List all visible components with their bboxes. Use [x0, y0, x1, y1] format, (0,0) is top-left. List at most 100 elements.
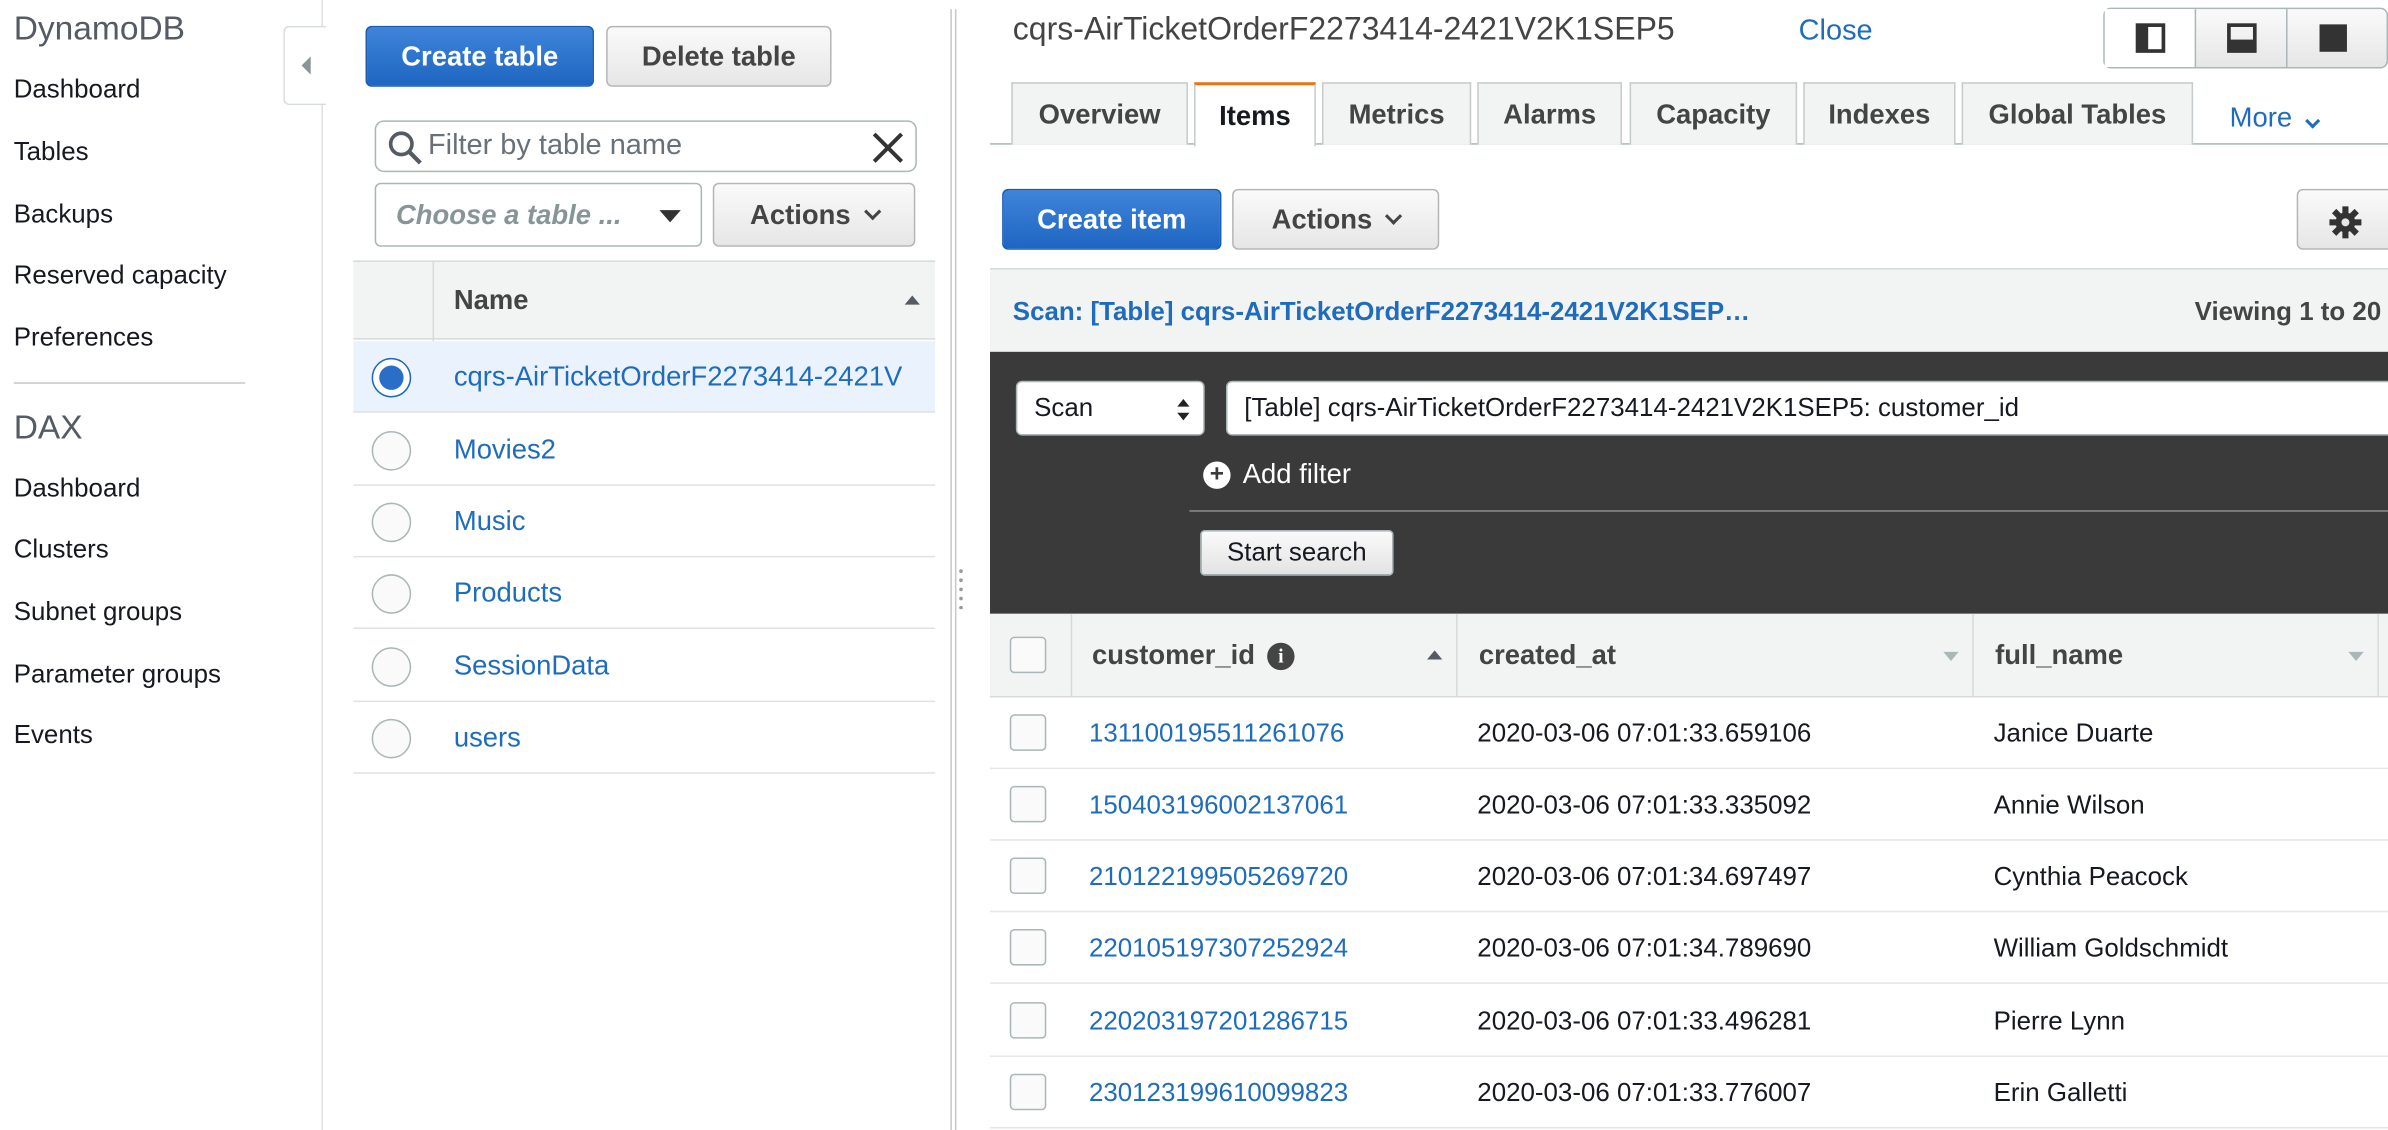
dax-item-subnet-groups[interactable]: Subnet groups — [14, 597, 182, 627]
table-radio[interactable] — [371, 357, 412, 398]
tab-metrics[interactable]: Metrics — [1321, 82, 1472, 145]
nav-item-reserved-capacity[interactable]: Reserved capacity — [14, 260, 227, 290]
table-radio[interactable] — [371, 502, 412, 543]
table-name-link[interactable]: Music — [454, 506, 526, 538]
table-row[interactable]: Products — [353, 557, 936, 629]
table-row[interactable]: users — [353, 702, 936, 774]
table-detail-panel: cqrs-AirTicketOrderF2273414-2421V2K1SEP5… — [989, 0, 2388, 1130]
sort-down-icon — [2348, 651, 2364, 661]
search-icon — [388, 131, 422, 165]
chevron-left-icon — [300, 56, 310, 75]
table-name-link[interactable]: Products — [454, 577, 562, 609]
created-at-cell: 2020-03-06 07:01:33.776007 — [1477, 1078, 1812, 1108]
table-name-link[interactable]: Movies2 — [454, 434, 556, 466]
table-filter-input[interactable] — [427, 124, 855, 168]
table-row[interactable]: Movies2 — [353, 414, 936, 486]
items-grid-header: customer_id i created_at full_name — [989, 613, 2388, 698]
dax-item-clusters[interactable]: Clusters — [14, 535, 109, 565]
info-icon[interactable]: i — [1267, 641, 1295, 670]
customer-id-link[interactable]: 220105197307252924 — [1089, 934, 1348, 964]
table-radio[interactable] — [371, 647, 412, 687]
header-divider — [432, 261, 435, 342]
full-name-cell: Erin Galletti — [1993, 1078, 2128, 1108]
table-name-link[interactable]: users — [454, 722, 521, 754]
dax-item-events[interactable]: Events — [14, 720, 93, 750]
more-tabs-menu[interactable]: More — [2230, 102, 2321, 134]
tab-global-tables[interactable]: Global Tables — [1961, 82, 2194, 145]
customer-id-link[interactable]: 220203197201286715 — [1089, 1007, 1348, 1037]
tab-overview[interactable]: Overview — [1011, 82, 1188, 145]
dax-item-parameter-groups[interactable]: Parameter groups — [14, 659, 221, 689]
tab-indexes[interactable]: Indexes — [1803, 82, 1956, 145]
row-checkbox[interactable] — [1009, 1073, 1047, 1111]
choose-table-dropdown[interactable]: Choose a table ... — [374, 182, 703, 247]
nav-item-tables[interactable]: Tables — [14, 137, 89, 167]
create-table-button[interactable]: Create table — [365, 25, 594, 87]
scan-target-value: [Table] cqrs-AirTicketOrderF2273414-2421… — [1244, 392, 2019, 422]
row-checkbox[interactable] — [1009, 929, 1047, 966]
table-settings-button[interactable] — [2296, 188, 2388, 250]
full-name-cell: Annie Wilson — [1993, 790, 2145, 820]
collapse-nav-button[interactable] — [283, 25, 326, 106]
dax-item-dashboard[interactable]: Dashboard — [14, 474, 141, 504]
full-name-cell: Pierre Lynn — [1993, 1006, 2126, 1036]
table-filter — [374, 120, 917, 173]
row-checkbox[interactable] — [1009, 857, 1047, 895]
nav-item-dashboard[interactable]: Dashboard — [14, 75, 141, 105]
full-name-cell: Cynthia Peacock — [1993, 862, 2188, 891]
delete-table-button[interactable]: Delete table — [606, 25, 832, 87]
clear-filter-icon[interactable] — [870, 129, 907, 166]
split-horizontal-icon — [2226, 23, 2256, 53]
tab-capacity[interactable]: Capacity — [1629, 82, 1798, 145]
create-item-button[interactable]: Create item — [1002, 188, 1222, 250]
scan-mode-select[interactable]: Scan — [1015, 380, 1205, 436]
start-search-button[interactable]: Start search — [1200, 530, 1394, 576]
item-row[interactable]: 220105197307252924 2020-03-06 07:01:34.7… — [989, 912, 2388, 984]
item-row[interactable]: 220203197201286715 2020-03-06 07:01:33.4… — [989, 985, 2388, 1057]
items-actions-button[interactable]: Actions — [1232, 188, 1440, 250]
split-horizontal-button[interactable] — [2196, 9, 2288, 68]
split-vertical-button[interactable] — [2104, 9, 2197, 68]
nav-item-preferences[interactable]: Preferences — [14, 323, 154, 353]
nav-item-backups[interactable]: Backups — [14, 200, 113, 230]
item-row[interactable]: 131100195511261076 2020-03-06 07:01:33.6… — [989, 698, 2388, 770]
nav-divider — [13, 382, 246, 384]
tab-alarms[interactable]: Alarms — [1477, 82, 1622, 145]
table-row[interactable]: cqrs-AirTicketOrderF2273414-2421V — [353, 341, 936, 413]
column-header-customer-id[interactable]: customer_id i — [1092, 640, 1295, 672]
add-filter-button[interactable]: + Add filter — [1203, 458, 1351, 490]
column-header-created-at[interactable]: created_at — [1479, 640, 1616, 672]
drag-handle-icon[interactable] — [958, 567, 964, 610]
customer-id-link[interactable]: 150403196002137061 — [1089, 790, 1348, 820]
item-row[interactable]: 230123199610099823 2020-03-06 07:01:33.7… — [989, 1057, 2388, 1129]
tab-items[interactable]: Items — [1194, 82, 1316, 147]
full-view-button[interactable] — [2288, 9, 2379, 67]
item-row[interactable]: 150403196002137061 2020-03-06 07:01:33.3… — [989, 769, 2388, 841]
table-row[interactable]: Music — [353, 486, 936, 558]
table-radio[interactable] — [371, 431, 412, 471]
row-checkbox[interactable] — [1009, 714, 1047, 751]
table-name-link[interactable]: cqrs-AirTicketOrderF2273414-2421V — [454, 361, 902, 393]
created-at-cell: 2020-03-06 07:01:34.697497 — [1477, 862, 1812, 891]
close-link[interactable]: Close — [1799, 15, 1873, 49]
item-row[interactable]: 210122199505269720 2020-03-06 07:01:34.6… — [989, 841, 2388, 913]
column-header-full-name[interactable]: full_name — [1995, 640, 2123, 672]
customer-id-link[interactable]: 210122199505269720 — [1089, 862, 1348, 892]
scan-target-select[interactable]: [Table] cqrs-AirTicketOrderF2273414-2421… — [1226, 380, 2388, 436]
customer-id-link[interactable]: 131100195511261076 — [1089, 719, 1344, 749]
row-checkbox[interactable] — [1009, 785, 1047, 823]
table-name-link[interactable]: SessionData — [454, 650, 609, 682]
customer-id-link[interactable]: 230123199610099823 — [1089, 1078, 1348, 1108]
created-at-cell: 2020-03-06 07:01:34.789690 — [1477, 933, 1812, 963]
table-row[interactable]: SessionData — [353, 631, 936, 703]
tables-actions-button[interactable]: Actions — [712, 182, 916, 247]
name-column-header[interactable]: Name — [454, 285, 529, 317]
row-checkbox[interactable] — [1009, 1002, 1047, 1039]
select-all-checkbox[interactable] — [1009, 636, 1047, 674]
left-navigation: DynamoDB Dashboard Tables Backups Reserv… — [0, 0, 323, 1130]
table-radio[interactable] — [371, 574, 412, 614]
table-radio[interactable] — [371, 718, 412, 759]
panel-splitter[interactable] — [950, 9, 957, 1130]
scan-title[interactable]: Scan: [Table] cqrs-AirTicketOrderF227341… — [1013, 297, 1750, 327]
tables-panel: Create table Delete table Choose a table… — [353, 0, 936, 1130]
